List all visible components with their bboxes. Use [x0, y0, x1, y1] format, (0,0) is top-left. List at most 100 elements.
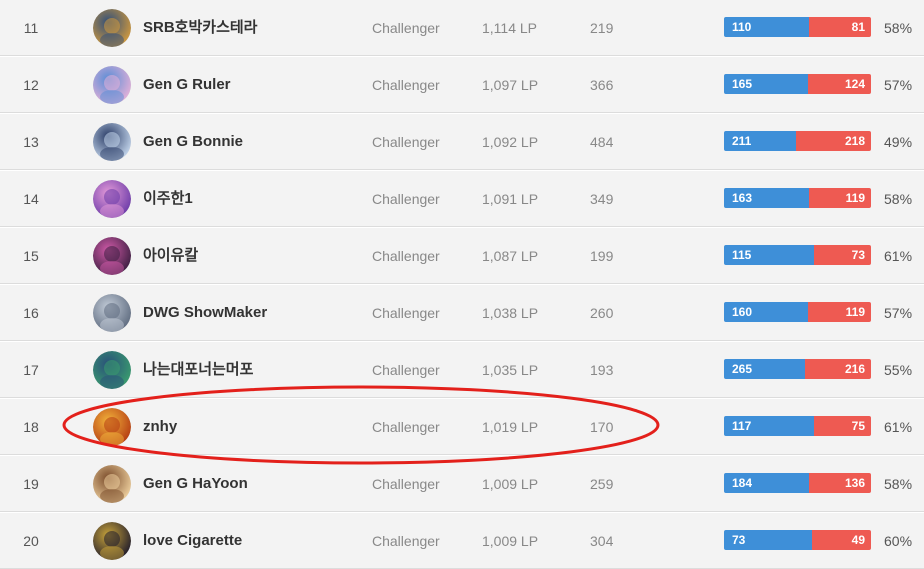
tier-cell: Challenger	[372, 362, 440, 378]
summoner-name[interactable]: znhy	[143, 399, 177, 455]
tier-cell: Challenger	[372, 419, 440, 435]
win-loss-bar: 160 119	[724, 302, 871, 322]
win-loss-bar: 163 119	[724, 188, 871, 208]
rank-cell: 16	[23, 305, 39, 321]
losses-segment: 81	[809, 17, 871, 37]
fish-bowl-icon[interactable]	[93, 351, 131, 389]
level-cell: 199	[590, 248, 614, 264]
tier-cell: Challenger	[372, 20, 440, 36]
lp-cell: 1,087 LP	[482, 248, 539, 264]
win-loss-bar: 73 49	[724, 530, 871, 550]
sorceress-champion-icon[interactable]	[93, 180, 131, 218]
summoner-name[interactable]: love Cigarette	[143, 513, 242, 569]
wins-segment: 163	[724, 188, 809, 208]
rank-cell: 13	[23, 134, 39, 150]
level-cell: 259	[590, 476, 614, 492]
wins-segment: 265	[724, 359, 805, 379]
win-loss-bar: 165 124	[724, 74, 871, 94]
level-cell: 304	[590, 533, 614, 549]
wins-segment: 73	[724, 530, 812, 550]
win-loss-bar: 184 136	[724, 473, 871, 493]
win-ratio: 61%	[884, 419, 913, 435]
team-logo-icon[interactable]	[93, 294, 131, 332]
losses-segment: 49	[812, 530, 871, 550]
wins-segment: 110	[724, 17, 809, 37]
losses-segment: 216	[805, 359, 871, 379]
win-ratio: 58%	[884, 20, 913, 36]
summoner-name[interactable]: Gen G HaYoon	[143, 456, 248, 512]
win-ratio: 55%	[884, 362, 913, 378]
lp-cell: 1,019 LP	[482, 419, 539, 435]
level-cell: 349	[590, 191, 614, 207]
losses-segment: 73	[814, 245, 871, 265]
summoner-name[interactable]: DWG ShowMaker	[143, 285, 267, 341]
wins-segment: 211	[724, 131, 796, 151]
rank-cell: 20	[23, 533, 39, 549]
win-ratio: 61%	[884, 248, 913, 264]
level-cell: 170	[590, 419, 614, 435]
wins-segment: 184	[724, 473, 809, 493]
lp-cell: 1,035 LP	[482, 362, 539, 378]
win-loss-bar: 110 81	[724, 17, 871, 37]
poro-icon[interactable]	[93, 465, 131, 503]
lp-cell: 1,097 LP	[482, 77, 539, 93]
level-cell: 366	[590, 77, 614, 93]
table-row[interactable]: 14 이주한1 Challenger 1,091 LP 349 163 119 …	[0, 171, 924, 227]
win-ratio: 58%	[884, 191, 913, 207]
summoner-name[interactable]: 아이유칼	[143, 228, 198, 284]
rank-cell: 17	[23, 362, 39, 378]
level-cell: 484	[590, 134, 614, 150]
wins-segment: 160	[724, 302, 808, 322]
summoner-name[interactable]: SRB호박카스테라	[143, 0, 257, 56]
summoner-name[interactable]: 이주한1	[143, 171, 193, 227]
penguin-unicorn-icon[interactable]	[93, 66, 131, 104]
lantern-icon[interactable]	[93, 408, 131, 446]
rank-cell: 11	[23, 20, 39, 36]
rank-cell: 19	[23, 476, 39, 492]
lp-cell: 1,038 LP	[482, 305, 539, 321]
tier-cell: Challenger	[372, 77, 440, 93]
lp-cell: 1,114 LP	[482, 20, 538, 36]
summoner-name[interactable]: Gen G Bonnie	[143, 114, 243, 170]
win-loss-bar: 117 75	[724, 416, 871, 436]
dark-champion-icon[interactable]	[93, 237, 131, 275]
win-ratio: 60%	[884, 533, 913, 549]
summoner-name[interactable]: 나는대포너는머포	[143, 342, 253, 398]
rank-cell: 18	[23, 419, 39, 435]
table-row[interactable]: 12 Gen G Ruler Challenger 1,097 LP 366 1…	[0, 57, 924, 113]
table-row[interactable]: 15 아이유칼 Challenger 1,087 LP 199 115 73 6…	[0, 228, 924, 284]
dark-knight-icon[interactable]	[93, 522, 131, 560]
win-loss-bar: 211 218	[724, 131, 871, 151]
tier-cell: Challenger	[372, 134, 440, 150]
table-row[interactable]: 18 znhy Challenger 1,019 LP 170 117 75 6…	[0, 399, 924, 455]
pumpkin-champion-icon[interactable]	[93, 9, 131, 47]
lp-cell: 1,009 LP	[482, 533, 539, 549]
win-ratio: 58%	[884, 476, 913, 492]
win-loss-bar: 115 73	[724, 245, 871, 265]
tier-cell: Challenger	[372, 248, 440, 264]
win-ratio: 49%	[884, 134, 913, 150]
win-ratio: 57%	[884, 77, 913, 93]
table-row[interactable]: 16 DWG ShowMaker Challenger 1,038 LP 260…	[0, 285, 924, 341]
tier-cell: Challenger	[372, 191, 440, 207]
lp-cell: 1,091 LP	[482, 191, 539, 207]
losses-segment: 119	[808, 302, 871, 322]
table-row[interactable]: 13 Gen G Bonnie Challenger 1,092 LP 484 …	[0, 114, 924, 170]
table-row[interactable]: 20 love Cigarette Challenger 1,009 LP 30…	[0, 513, 924, 569]
win-ratio: 57%	[884, 305, 913, 321]
rank-cell: 14	[23, 191, 39, 207]
table-row[interactable]: 19 Gen G HaYoon Challenger 1,009 LP 259 …	[0, 456, 924, 512]
wins-segment: 117	[724, 416, 814, 436]
summoner-name[interactable]: Gen G Ruler	[143, 57, 231, 113]
rank-cell: 12	[23, 77, 39, 93]
penguins-icon[interactable]	[93, 123, 131, 161]
table-row[interactable]: 11 SRB호박카스테라 Challenger 1,114 LP 219 110…	[0, 0, 924, 56]
tier-cell: Challenger	[372, 533, 440, 549]
table-row[interactable]: 17 나는대포너는머포 Challenger 1,035 LP 193 265 …	[0, 342, 924, 398]
rank-cell: 15	[23, 248, 39, 264]
level-cell: 260	[590, 305, 614, 321]
losses-segment: 119	[809, 188, 871, 208]
losses-segment: 136	[809, 473, 871, 493]
win-loss-bar: 265 216	[724, 359, 871, 379]
wins-segment: 165	[724, 74, 808, 94]
